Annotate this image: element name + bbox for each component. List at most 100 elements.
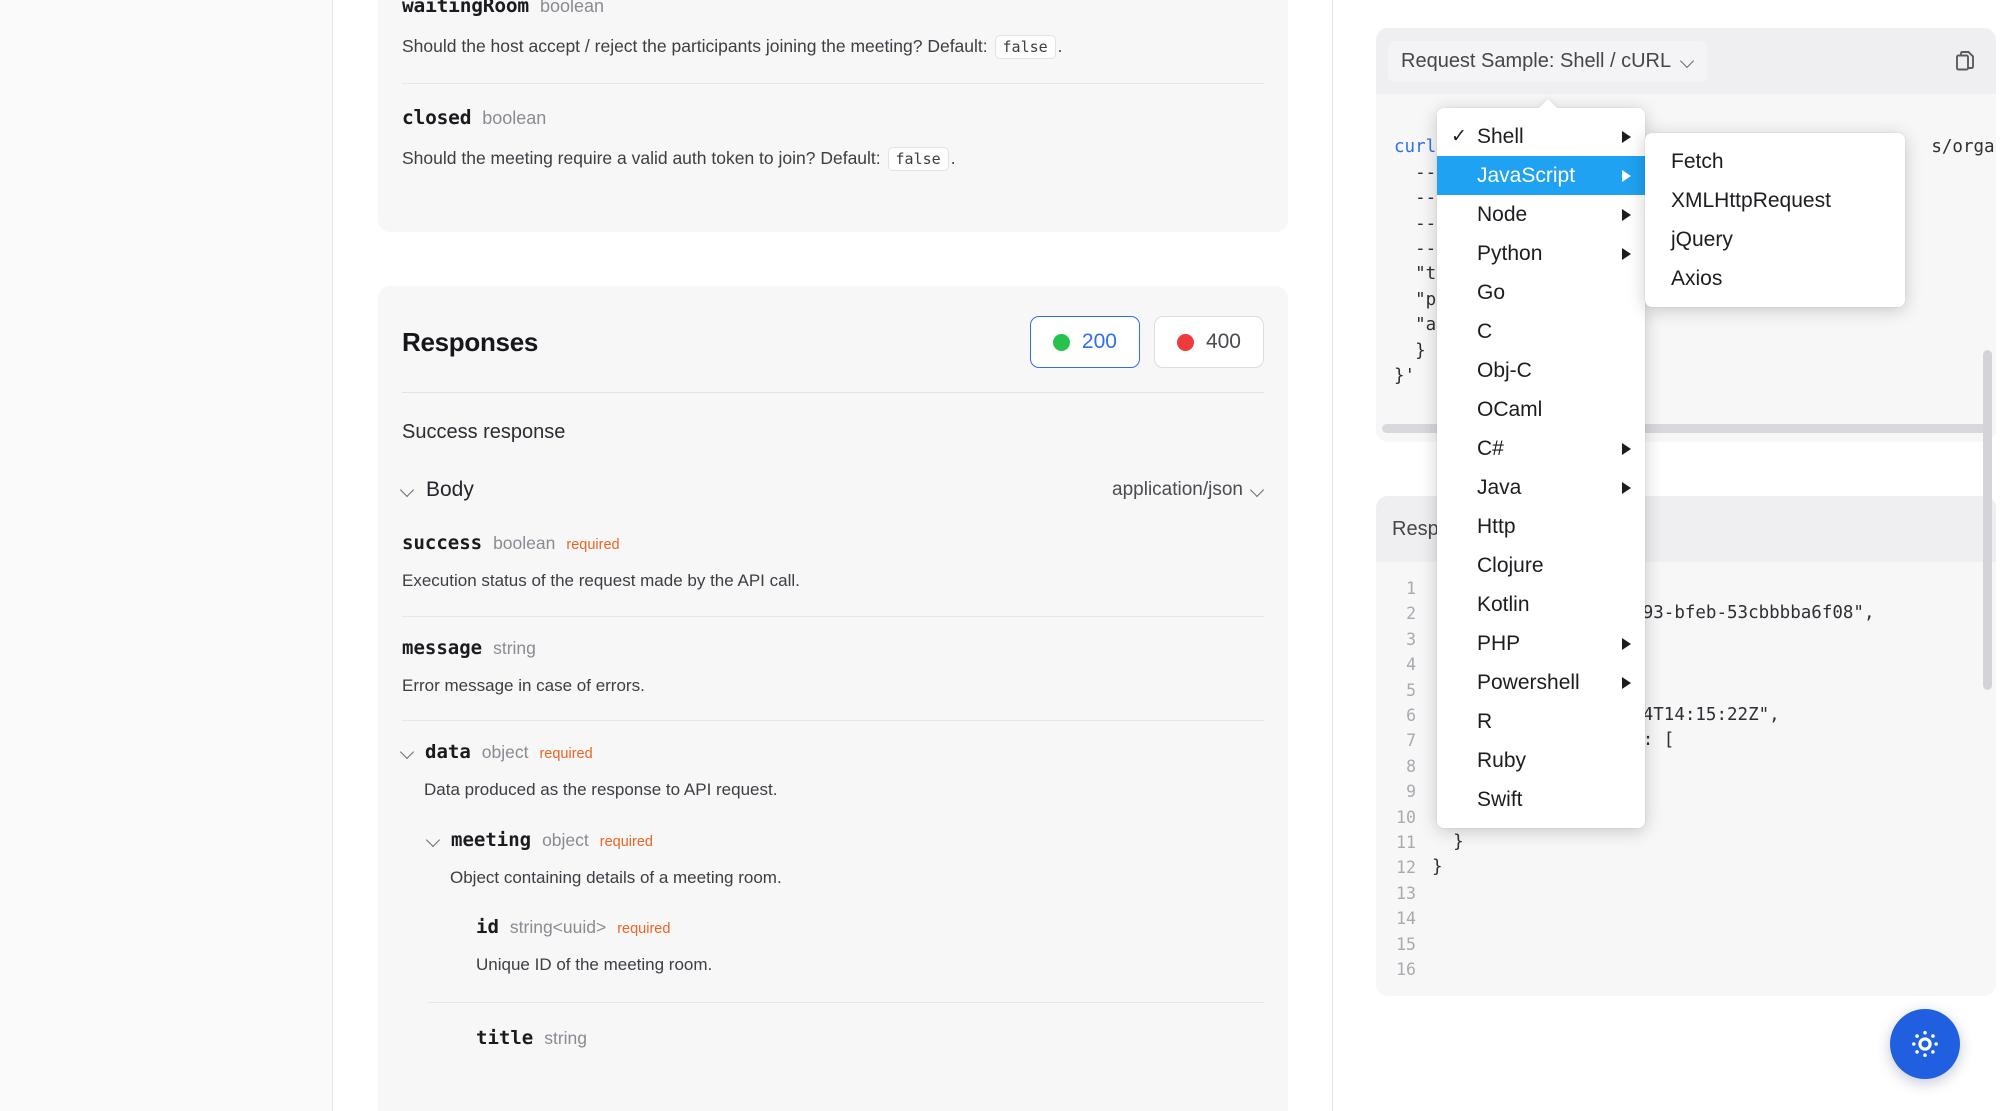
menu-item-powershell[interactable]: Powershell bbox=[1437, 663, 1645, 702]
menu-item-label: Obj-C bbox=[1477, 358, 1532, 382]
response-field-data: data object required Data produced as th… bbox=[402, 720, 1264, 1071]
language-selector-label: Request Sample: Shell / cURL bbox=[1401, 49, 1672, 72]
menu-item-node[interactable]: Node bbox=[1437, 195, 1645, 234]
parameter-header: closed boolean bbox=[402, 106, 1264, 129]
check-icon: ✓ bbox=[1451, 126, 1467, 147]
submenu-item-axios[interactable]: Axios bbox=[1645, 259, 1905, 298]
line-number: 13 bbox=[1396, 883, 1416, 903]
status-tab-400[interactable]: 400 bbox=[1153, 316, 1264, 368]
response-field-title: title string bbox=[428, 1001, 1264, 1049]
line-number: 4 bbox=[1406, 655, 1416, 675]
menu-item-go[interactable]: Go bbox=[1437, 273, 1645, 312]
line-number: 12 bbox=[1396, 858, 1416, 878]
menu-item-label: Kotlin bbox=[1477, 592, 1530, 616]
menu-item-kotlin[interactable]: Kotlin bbox=[1437, 585, 1645, 624]
responses-title: Responses bbox=[402, 326, 539, 357]
submenu-item-xmlhttprequest[interactable]: XMLHttpRequest bbox=[1645, 181, 1905, 220]
submenu-item-label: jQuery bbox=[1671, 227, 1733, 251]
menu-item-label: PHP bbox=[1477, 631, 1521, 655]
menu-item-c[interactable]: C bbox=[1437, 312, 1645, 351]
line-number: 11 bbox=[1396, 833, 1416, 853]
field-description: Data produced as the response to API req… bbox=[424, 780, 778, 799]
menu-item-php[interactable]: PHP bbox=[1437, 624, 1645, 663]
menu-item-label: Python bbox=[1477, 241, 1543, 265]
menu-item-label: Ruby bbox=[1477, 748, 1527, 772]
response-code-line-15: } bbox=[1432, 857, 1443, 878]
line-number: 7 bbox=[1406, 731, 1416, 751]
field-name: message bbox=[402, 636, 483, 659]
menu-item-label: C# bbox=[1477, 436, 1504, 460]
sidebar-nav-strip bbox=[0, 0, 333, 1111]
parameter-default-value: false bbox=[994, 35, 1056, 59]
response-field-meeting: meeting object required Object containin… bbox=[402, 803, 1264, 1049]
line-number: 16 bbox=[1396, 960, 1416, 980]
menu-item-swift[interactable]: Swift bbox=[1437, 780, 1645, 819]
menu-item-obj-c[interactable]: Obj-C bbox=[1437, 351, 1645, 390]
field-required-badge: required bbox=[617, 921, 671, 937]
parameter-description: Should the host accept / reject the part… bbox=[402, 33, 1264, 59]
sun-icon bbox=[1912, 1031, 1938, 1057]
field-header: data object required bbox=[402, 741, 1264, 763]
menu-item-ocaml[interactable]: OCaml bbox=[1437, 390, 1645, 429]
menu-item-shell[interactable]: ✓ Shell bbox=[1437, 117, 1645, 156]
page-scrollbar[interactable] bbox=[1983, 350, 1992, 690]
data-expand-toggle[interactable] bbox=[402, 746, 414, 758]
menu-item-javascript[interactable]: JavaScript bbox=[1437, 156, 1645, 195]
line-number: 8 bbox=[1406, 756, 1416, 776]
chevron-down-icon bbox=[1252, 484, 1264, 496]
status-dot-success bbox=[1052, 333, 1070, 351]
line-number: 9 bbox=[1406, 782, 1416, 802]
field-type: object bbox=[542, 829, 589, 850]
code-token-curl: curl bbox=[1394, 137, 1437, 158]
field-required-badge: required bbox=[539, 746, 593, 762]
language-dropdown-menu: ✓ Shell JavaScript Node Python Go C Obj-C OCaml C… bbox=[1437, 108, 1645, 828]
menu-item-label: Swift bbox=[1477, 787, 1523, 811]
field-name: title bbox=[476, 1026, 534, 1049]
menu-item-label: C bbox=[1477, 319, 1493, 343]
menu-item-label: Java bbox=[1477, 475, 1522, 499]
body-toggle[interactable]: Body bbox=[402, 478, 474, 502]
chevron-right-icon bbox=[1622, 676, 1631, 689]
body-label: Body bbox=[426, 478, 474, 501]
menu-item-label: JavaScript bbox=[1477, 163, 1576, 187]
chevron-right-icon bbox=[1622, 481, 1631, 494]
parameter-description-text: Should the meeting require a valid auth … bbox=[402, 148, 881, 169]
menu-item-ruby[interactable]: Ruby bbox=[1437, 741, 1645, 780]
submenu-item-label: Fetch bbox=[1671, 149, 1724, 173]
status-code-tabs: 200 400 bbox=[1029, 316, 1264, 368]
field-header: id string<uuid> required bbox=[476, 916, 1264, 938]
menu-item-label: OCaml bbox=[1477, 397, 1543, 421]
response-body-row: Body application/json bbox=[378, 444, 1288, 502]
meeting-expand-toggle[interactable] bbox=[428, 834, 440, 846]
chevron-right-icon bbox=[1622, 208, 1631, 221]
parameter-type: boolean bbox=[482, 108, 547, 129]
field-description: Error message in case of errors. bbox=[402, 675, 645, 695]
language-selector-button[interactable]: Request Sample: Shell / cURL bbox=[1388, 40, 1708, 82]
theme-toggle-button[interactable] bbox=[1890, 1009, 1960, 1079]
menu-item-python[interactable]: Python bbox=[1437, 234, 1645, 273]
menu-item-c-[interactable]: C# bbox=[1437, 429, 1645, 468]
submenu-item-fetch[interactable]: Fetch bbox=[1645, 142, 1905, 181]
menu-item-java[interactable]: Java bbox=[1437, 468, 1645, 507]
chevron-right-icon bbox=[1622, 442, 1631, 455]
menu-item-clojure[interactable]: Clojure bbox=[1437, 546, 1645, 585]
field-header: title string bbox=[476, 1027, 1264, 1049]
field-name: data bbox=[425, 741, 471, 763]
response-field-id: id string<uuid> required Unique ID of th… bbox=[428, 890, 1264, 978]
status-tab-200[interactable]: 200 bbox=[1029, 316, 1140, 368]
parameter-type: boolean bbox=[539, 0, 605, 16]
menu-caret bbox=[1538, 99, 1558, 109]
menu-item-r[interactable]: R bbox=[1437, 702, 1645, 741]
chevron-right-icon bbox=[1622, 169, 1631, 182]
chevron-right-icon bbox=[1622, 247, 1631, 260]
mime-type-label: application/json bbox=[1112, 479, 1243, 500]
parameter-default-value: false bbox=[887, 147, 949, 172]
api-docs-page: waitingRoom boolean Should the host acce… bbox=[0, 0, 2000, 1111]
parameter-name: waitingRoom bbox=[402, 0, 529, 17]
copy-icon[interactable] bbox=[1950, 45, 1982, 77]
mime-type-selector[interactable]: application/json bbox=[1112, 479, 1264, 501]
menu-item-http[interactable]: Http bbox=[1437, 507, 1645, 546]
submenu-item-jquery[interactable]: jQuery bbox=[1645, 220, 1905, 259]
menu-item-label: R bbox=[1477, 709, 1493, 733]
parameter-row: closed boolean Should the meeting requir… bbox=[402, 83, 1264, 195]
